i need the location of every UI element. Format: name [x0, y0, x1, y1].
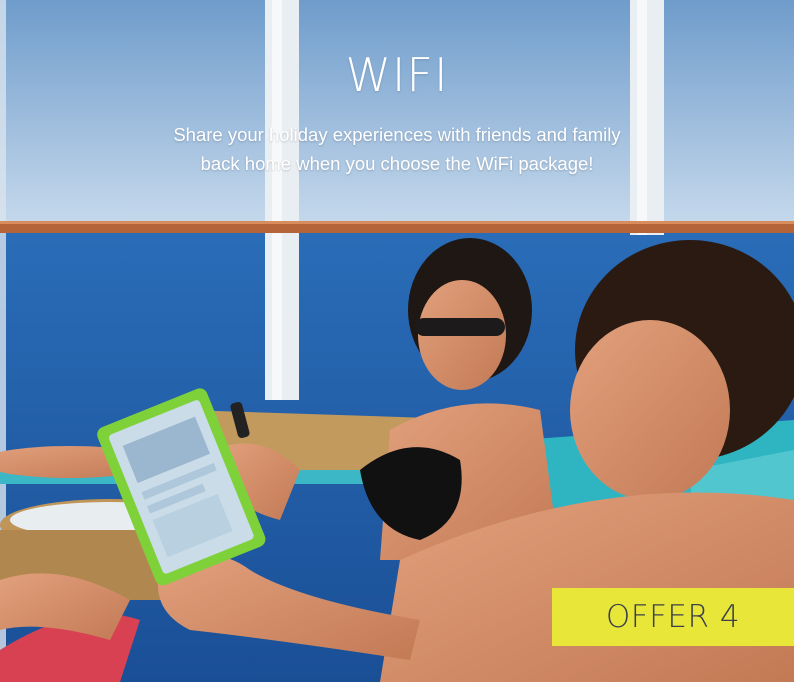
page-title: WIFI	[345, 48, 449, 102]
offer-badge-label: OFFER 4	[605, 599, 741, 635]
offer-badge: OFFER 4	[552, 588, 794, 646]
offer-description-line: back home when you choose the WiFi packa…	[200, 153, 594, 174]
offer-description-line: Share your holiday experiences with frie…	[173, 124, 621, 145]
cruise-deck-photo	[0, 0, 794, 682]
wifi-offer-panel: WIFI Share your holiday experiences with…	[0, 0, 794, 682]
offer-description: Share your holiday experiences with frie…	[120, 120, 674, 178]
